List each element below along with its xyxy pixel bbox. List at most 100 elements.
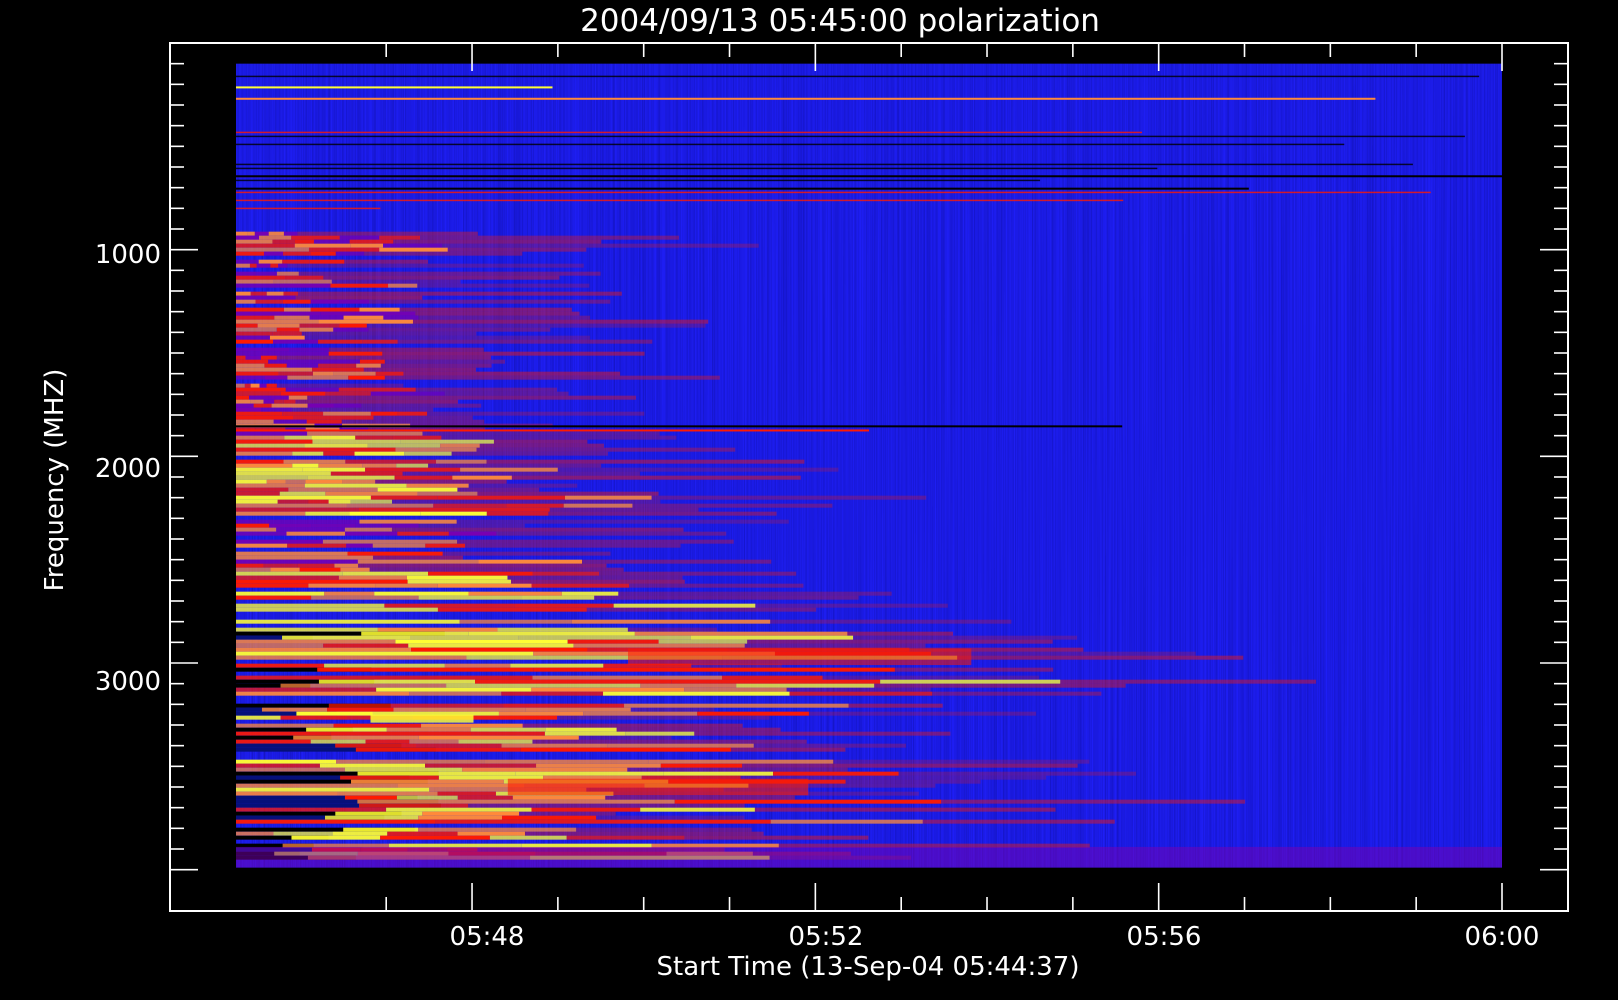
emission-tail xyxy=(287,263,584,268)
emission-segment xyxy=(276,271,299,276)
emission-segment xyxy=(258,259,283,264)
emission-segment xyxy=(625,731,695,736)
emission-segment xyxy=(486,511,549,516)
emission-tail xyxy=(304,335,590,340)
emission-segment xyxy=(293,415,374,420)
y-axis-label: Frequency (MHZ) xyxy=(40,369,70,592)
emission-segment xyxy=(236,335,270,340)
emission-segment xyxy=(263,563,298,568)
emission-segment xyxy=(236,407,262,412)
emission-tail xyxy=(599,571,797,576)
emission-segment xyxy=(323,411,371,416)
interference-line xyxy=(236,135,1465,138)
emission-tail xyxy=(747,639,1053,644)
emission-tail xyxy=(524,831,764,836)
emission-segment xyxy=(236,563,264,568)
y-tick-label: 2000 xyxy=(95,454,161,484)
emission-segment xyxy=(339,235,380,240)
emission-segment xyxy=(287,375,313,380)
emission-segment xyxy=(236,391,281,396)
emission-segment xyxy=(457,831,525,836)
emission-segment xyxy=(236,639,396,644)
emission-tail xyxy=(457,539,734,544)
emission-tail xyxy=(833,759,1090,764)
emission-tail xyxy=(730,747,846,752)
emission-segment xyxy=(376,687,532,692)
emission-segment xyxy=(502,815,597,820)
y-tick-label: 1000 xyxy=(95,240,161,270)
emission-segment xyxy=(319,763,426,768)
emission-segment xyxy=(478,559,583,564)
emission-segment xyxy=(283,399,296,404)
emission-tail xyxy=(808,711,1037,716)
emission-segment xyxy=(236,375,265,380)
emission-segment xyxy=(416,743,502,748)
emission-segment xyxy=(250,291,267,296)
emission-segment xyxy=(458,739,533,744)
emission-segment xyxy=(236,807,387,812)
emission-segment xyxy=(236,819,436,824)
emission-tail xyxy=(412,319,709,324)
emission-segment xyxy=(236,783,398,788)
emission-segment xyxy=(272,331,302,336)
emission-segment xyxy=(333,723,422,728)
emission-segment xyxy=(236,275,286,280)
emission-segment xyxy=(393,707,526,712)
emission-tail xyxy=(380,363,492,368)
emission-segment xyxy=(501,691,604,696)
emission-segment xyxy=(475,679,672,684)
emission-segment xyxy=(410,635,519,640)
emission-tail xyxy=(632,503,833,508)
emission-segment xyxy=(236,763,320,768)
emission-segment xyxy=(296,711,373,716)
emission-segment xyxy=(429,803,469,808)
interference-line xyxy=(236,97,1376,100)
emission-segment xyxy=(318,463,363,468)
emission-segment xyxy=(383,315,419,320)
emission-segment xyxy=(236,339,274,344)
emission-tail xyxy=(276,355,491,360)
low-band-noise xyxy=(236,846,1502,868)
emission-segment xyxy=(236,359,269,364)
emission-segment xyxy=(236,483,305,488)
interference-line xyxy=(236,175,1502,178)
emission-segment xyxy=(249,263,257,268)
emission-segment xyxy=(436,459,487,464)
x-axis-label: Start Time (13-Sep-04 05:44:37) xyxy=(657,952,1080,982)
emission-tail xyxy=(848,703,943,708)
interference-line xyxy=(236,179,1041,182)
emission-segment xyxy=(444,663,511,668)
emission-segment xyxy=(236,399,251,404)
emission-segment xyxy=(327,707,394,712)
emission-segment xyxy=(409,739,459,744)
emission-segment xyxy=(270,567,300,572)
emission-segment xyxy=(260,355,277,360)
emission-segment xyxy=(468,591,562,596)
emission-segment xyxy=(375,371,404,376)
emission-segment xyxy=(278,263,288,268)
emission-segment xyxy=(335,743,417,748)
emission-segment xyxy=(640,807,755,812)
emission-tail xyxy=(428,463,602,468)
emission-segment xyxy=(236,467,303,472)
emission-tail xyxy=(511,579,685,584)
emission-segment xyxy=(250,399,264,404)
emission-segment xyxy=(236,251,264,256)
emission-tail xyxy=(399,307,572,312)
emission-segment xyxy=(236,603,385,608)
emission-segment xyxy=(789,691,933,696)
emission-segment xyxy=(314,359,360,364)
emission-segment xyxy=(236,491,280,496)
emission-segment xyxy=(880,679,1061,684)
emission-segment xyxy=(396,463,429,468)
emission-tail xyxy=(493,439,588,444)
emission-tail xyxy=(519,811,616,816)
emission-tail xyxy=(368,299,611,304)
emission-segment xyxy=(484,759,649,764)
emission-segment xyxy=(236,383,245,388)
emission-segment xyxy=(773,771,899,776)
emission-segment xyxy=(282,259,310,264)
chart-title: 2004/09/13 05:45:00 polarization xyxy=(580,3,1100,39)
emission-segment xyxy=(236,791,338,796)
emission-segment xyxy=(236,507,360,512)
